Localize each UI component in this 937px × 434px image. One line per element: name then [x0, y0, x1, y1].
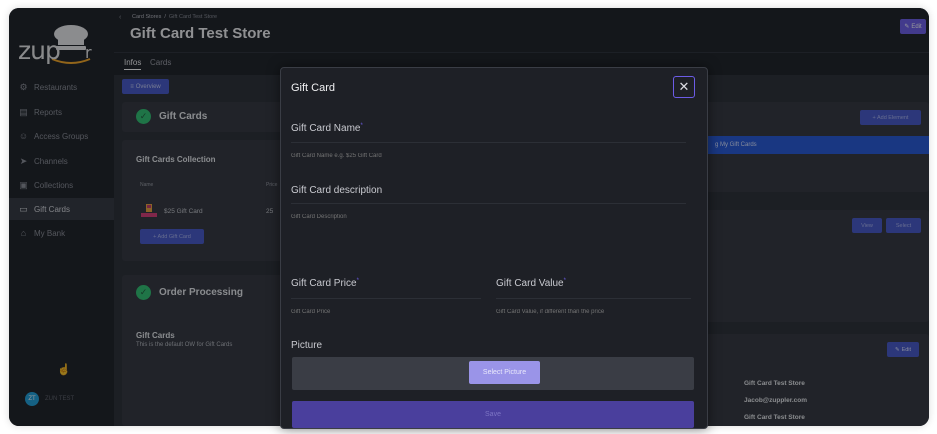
- save-button[interactable]: Save: [292, 401, 694, 428]
- required-marker: *: [360, 123, 363, 129]
- gift-card-description-input[interactable]: [291, 211, 691, 223]
- picture-dropzone[interactable]: Select Picture: [292, 357, 694, 390]
- label-text: Gift Card Price: [291, 278, 357, 289]
- select-picture-button[interactable]: Select Picture: [469, 361, 540, 384]
- divider: [291, 203, 686, 204]
- gift-card-modal: Gift Card ✕ Gift Card Name* Gift Card de…: [280, 67, 708, 429]
- gift-card-price-input[interactable]: [291, 306, 481, 318]
- required-marker: *: [563, 278, 566, 284]
- modal-title: Gift Card: [291, 82, 336, 94]
- divider: [496, 298, 691, 299]
- label-text: Gift Card Value: [496, 278, 564, 289]
- gift-card-price-label: Gift Card Price*: [291, 278, 359, 289]
- divider: [291, 142, 686, 143]
- picture-label: Picture: [291, 340, 323, 351]
- gift-card-value-input[interactable]: [496, 306, 696, 318]
- required-marker: *: [356, 278, 359, 284]
- label-text: Gift Card Name: [291, 123, 361, 134]
- gift-card-value-label: Gift Card Value*: [496, 278, 566, 289]
- close-button[interactable]: ✕: [673, 76, 695, 98]
- gift-card-description-label: Gift Card description: [291, 185, 383, 196]
- gift-card-name-label: Gift Card Name*: [291, 123, 363, 134]
- divider: [291, 298, 481, 299]
- close-icon: ✕: [678, 79, 690, 94]
- gift-card-name-input[interactable]: [291, 150, 691, 162]
